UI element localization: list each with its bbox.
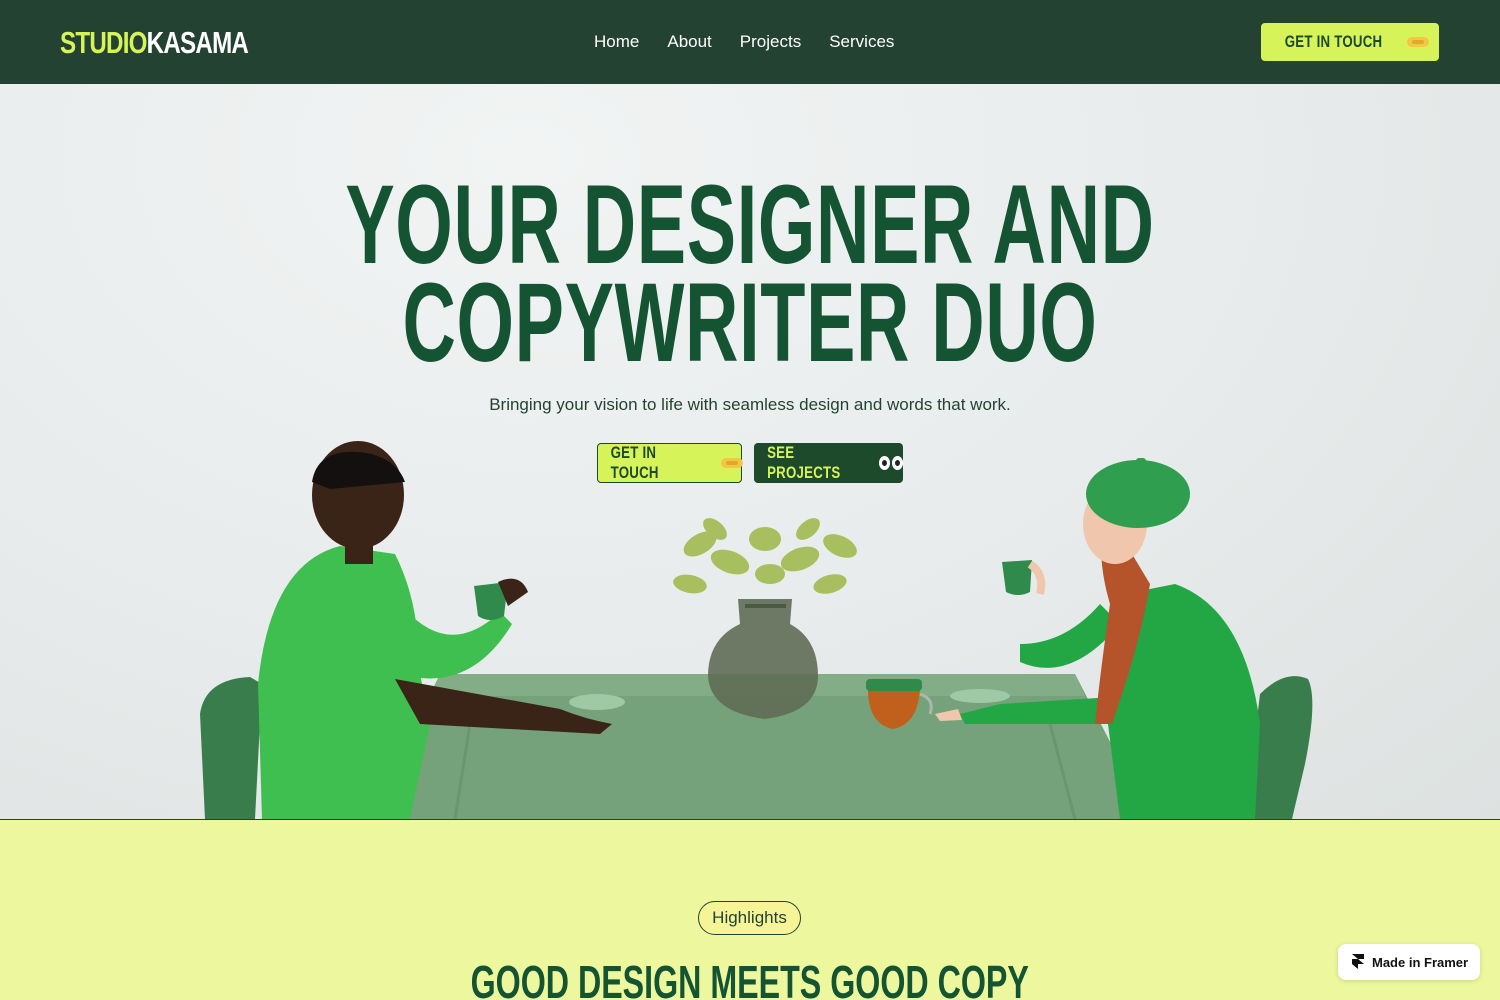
see-projects-button[interactable]: SEE PROJECTS [754, 443, 903, 483]
logo-kasama-text: KASAMA [146, 25, 249, 60]
nav-cta-label: GET IN TOUCH [1285, 32, 1383, 51]
highlights-badge: Highlights [698, 901, 801, 935]
highlights-title: GOOD DESIGN MEETS GOOD COPY [0, 955, 1500, 1000]
nav-link-home[interactable]: Home [594, 31, 639, 53]
nav-links: Home About Projects Services [594, 31, 894, 53]
nav-get-in-touch-button[interactable]: GET IN TOUCH [1261, 23, 1439, 61]
handshake-icon [1406, 35, 1429, 49]
eyes-icon [879, 456, 903, 470]
hero-subtitle: Bringing your vision to life with seamle… [489, 395, 1011, 414]
nav-link-projects[interactable]: Projects [740, 31, 801, 53]
see-projects-label: SEE PROJECTS [767, 443, 841, 482]
studio-logo[interactable]: STUDIOKASAMA [60, 24, 249, 62]
hero-headline: YOUR DESIGNER AND COPYWRITER DUO [0, 169, 1500, 385]
highlights-title-text: GOOD DESIGN MEETS GOOD COPY [470, 956, 1030, 1000]
framer-logo-icon [1352, 954, 1364, 969]
headline-line-2: COPYWRITER DUO [402, 260, 1098, 385]
nav-link-about[interactable]: About [667, 31, 711, 53]
top-navigation: STUDIOKASAMA Home About Projects Service… [0, 0, 1500, 84]
get-in-touch-button[interactable]: GET IN TOUCH [597, 443, 744, 483]
nav-link-services[interactable]: Services [829, 31, 894, 53]
get-in-touch-label: GET IN TOUCH [610, 443, 659, 482]
made-in-framer-badge[interactable]: Made in Framer [1338, 944, 1480, 980]
hero-section: YOUR DESIGNER AND COPYWRITER DUO Bringin… [0, 84, 1500, 819]
highlights-section: Highlights GOOD DESIGN MEETS GOOD COPY [0, 819, 1500, 1000]
logo-studio-text: STUDIO [60, 25, 147, 60]
framer-badge-label: Made in Framer [1372, 954, 1469, 970]
handshake-icon [720, 456, 744, 470]
